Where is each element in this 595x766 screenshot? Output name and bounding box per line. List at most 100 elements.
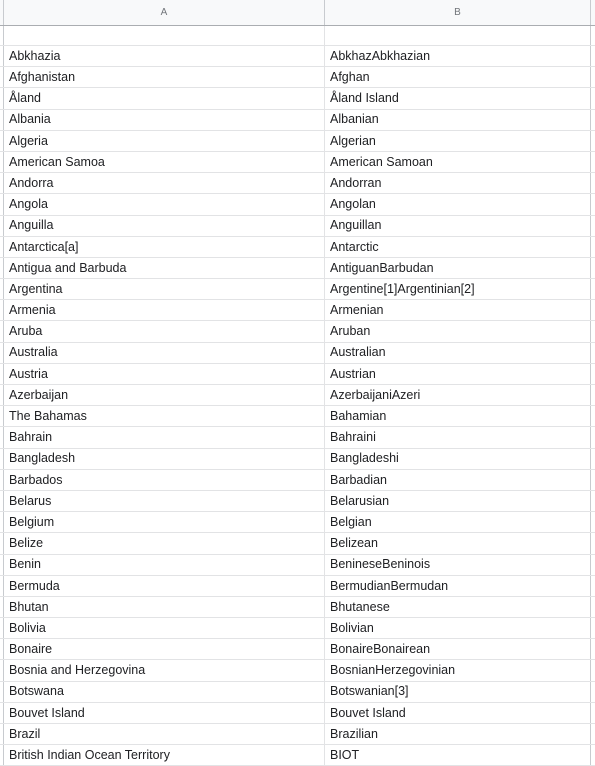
cell-column-b[interactable]: Austrian bbox=[325, 363, 591, 384]
table-row: Australia Australian bbox=[0, 342, 595, 364]
cell-column-a[interactable]: Barbados bbox=[4, 469, 325, 490]
table-row: Albania Albanian bbox=[0, 109, 595, 131]
cell-column-a[interactable]: Belarus bbox=[4, 490, 325, 512]
cell-column-b[interactable]: Antarctic bbox=[325, 236, 591, 257]
table-row: Azerbaijan AzerbaijaniAzeri bbox=[0, 385, 595, 407]
cell-column-a[interactable]: The Bahamas bbox=[4, 406, 325, 427]
cell-column-b[interactable]: AbkhazAbkhazian bbox=[325, 46, 591, 67]
cell-column-a[interactable]: Bermuda bbox=[4, 575, 325, 596]
cell-column-b[interactable]: Belarusian bbox=[325, 490, 591, 512]
cell-column-a[interactable]: Afghanistan bbox=[4, 67, 325, 88]
cell-column-a[interactable]: Albania bbox=[4, 109, 325, 130]
cell-column-a[interactable]: Abkhazia bbox=[4, 46, 325, 67]
table-row: Bahrain Bahraini bbox=[0, 427, 595, 449]
cell-column-a[interactable]: Armenia bbox=[4, 300, 325, 321]
cell-column-a[interactable]: American Samoa bbox=[4, 151, 325, 173]
cell-column-b[interactable]: American Samoan bbox=[325, 151, 591, 173]
cell-column-b[interactable]: Brazilian bbox=[325, 724, 591, 745]
cell-column-a[interactable]: Benin bbox=[4, 554, 325, 575]
cell-column-a[interactable]: Bolivia bbox=[4, 618, 325, 639]
table-row: Armenia Armenian bbox=[0, 300, 595, 322]
cell-column-b[interactable]: Bolivian bbox=[325, 618, 591, 639]
cell-column-a[interactable]: Antigua and Barbuda bbox=[4, 257, 325, 279]
cell-column-b[interactable]: Barbadian bbox=[325, 469, 591, 490]
table-row: Afghanistan Afghan bbox=[0, 67, 595, 89]
cell-column-b[interactable] bbox=[325, 26, 591, 45]
cell-column-a[interactable]: Bhutan bbox=[4, 596, 325, 618]
cell-column-b[interactable]: Algerian bbox=[325, 130, 591, 151]
cell-column-a[interactable]: Antarctica[a] bbox=[4, 236, 325, 257]
table-row: Benin BenineseBeninois bbox=[0, 554, 595, 576]
cell-column-b[interactable]: Albanian bbox=[325, 109, 591, 130]
cell-column-b[interactable]: Åland Island bbox=[325, 88, 591, 109]
cell-column-a[interactable]: Australia bbox=[4, 342, 325, 363]
cell-column-b[interactable]: Botswanian[3] bbox=[325, 681, 591, 702]
table-row: Bosnia and Herzegovina BosnianHerzegovini… bbox=[0, 660, 595, 682]
cell-column-a[interactable]: Bonaire bbox=[4, 639, 325, 660]
table-row: American Samoa American Samoan bbox=[0, 151, 595, 174]
table-row: British Indian Ocean Territory BIOT bbox=[0, 745, 595, 766]
cell-column-b[interactable]: BIOT bbox=[325, 745, 591, 766]
table-row: Antarctica[a] Antarctic bbox=[0, 236, 595, 258]
table-row: Aruba Aruban bbox=[0, 321, 595, 343]
cell-column-a[interactable]: Anguilla bbox=[4, 215, 325, 236]
table-row: Argentina Argentine[1]Argentinian[2] bbox=[0, 279, 595, 301]
table-row: Botswana Botswanian[3] bbox=[0, 681, 595, 703]
cell-column-b[interactable]: Bangladeshi bbox=[325, 448, 591, 469]
cell-column-a[interactable]: Belgium bbox=[4, 512, 325, 533]
column-header-a[interactable]: A bbox=[4, 0, 325, 25]
cell-column-b[interactable]: Angolan bbox=[325, 194, 591, 215]
cell-column-b[interactable]: BonaireBonairean bbox=[325, 639, 591, 660]
cell-column-a[interactable]: Azerbaijan bbox=[4, 385, 325, 406]
table-row: Brazil Brazilian bbox=[0, 724, 595, 746]
cell-column-a[interactable]: Aruba bbox=[4, 321, 325, 342]
cell-column-a[interactable]: British Indian Ocean Territory bbox=[4, 745, 325, 766]
cell-column-b[interactable]: Belizean bbox=[325, 533, 591, 554]
cell-column-a[interactable]: Åland bbox=[4, 88, 325, 109]
cell-column-b[interactable]: Bhutanese bbox=[325, 596, 591, 618]
cell-column-b[interactable]: BenineseBeninois bbox=[325, 554, 591, 575]
cell-column-a[interactable]: Bosnia and Herzegovina bbox=[4, 660, 325, 681]
cell-column-a[interactable]: Algeria bbox=[4, 130, 325, 151]
cell-column-b[interactable]: Anguillan bbox=[325, 215, 591, 236]
table-row: Angola Angolan bbox=[0, 194, 595, 216]
cell-column-b[interactable]: Andorran bbox=[325, 173, 591, 194]
cell-column-b[interactable]: Afghan bbox=[325, 67, 591, 88]
table-row: Andorra Andorran bbox=[0, 173, 595, 195]
table-row: Bonaire BonaireBonairean bbox=[0, 639, 595, 661]
cell-column-b[interactable]: Bahraini bbox=[325, 427, 591, 448]
cell-column-b[interactable]: Armenian bbox=[325, 300, 591, 321]
table-row: Bermuda BermudianBermudan bbox=[0, 575, 595, 597]
cell-column-a[interactable]: Angola bbox=[4, 194, 325, 215]
table-row: Antigua and Barbuda AntiguanBarbudan bbox=[0, 257, 595, 280]
table-row: Anguilla Anguillan bbox=[0, 215, 595, 237]
cell-column-a[interactable]: Austria bbox=[4, 363, 325, 384]
table-row: Bangladesh Bangladeshi bbox=[0, 448, 595, 470]
cell-column-a[interactable]: Andorra bbox=[4, 173, 325, 194]
cell-column-a[interactable]: Bahrain bbox=[4, 427, 325, 448]
table-row: Barbados Barbadian bbox=[0, 469, 595, 491]
cell-column-b[interactable]: Aruban bbox=[325, 321, 591, 342]
table-row: Bhutan Bhutanese bbox=[0, 596, 595, 619]
cell-column-b[interactable]: AntiguanBarbudan bbox=[325, 257, 591, 279]
table-row: Belize Belizean bbox=[0, 533, 595, 555]
cell-column-b[interactable]: BermudianBermudan bbox=[325, 575, 591, 596]
table-row: Austria Austrian bbox=[0, 363, 595, 385]
cell-column-b[interactable]: BosnianHerzegovinian bbox=[325, 660, 591, 681]
cell-column-b[interactable]: Argentine[1]Argentinian[2] bbox=[325, 279, 591, 300]
blank-row bbox=[0, 26, 595, 46]
cell-column-b[interactable]: Bouvet Island bbox=[325, 702, 591, 723]
cell-column-a[interactable]: Argentina bbox=[4, 279, 325, 300]
cell-column-a[interactable]: Belize bbox=[4, 533, 325, 554]
cell-column-a[interactable]: Brazil bbox=[4, 724, 325, 745]
cell-column-a[interactable]: Botswana bbox=[4, 681, 325, 702]
grid-body: Abkhazia AbkhazAbkhazian Afghanistan Afghan… bbox=[0, 26, 595, 766]
cell-column-a[interactable]: Bouvet Island bbox=[4, 702, 325, 723]
cell-column-b[interactable]: Australian bbox=[325, 342, 591, 363]
cell-column-b[interactable]: AzerbaijaniAzeri bbox=[325, 385, 591, 406]
cell-column-a[interactable] bbox=[4, 26, 325, 45]
cell-column-a[interactable]: Bangladesh bbox=[4, 448, 325, 469]
cell-column-b[interactable]: Belgian bbox=[325, 512, 591, 533]
column-header-b[interactable]: B bbox=[325, 0, 591, 25]
cell-column-b[interactable]: Bahamian bbox=[325, 406, 591, 427]
